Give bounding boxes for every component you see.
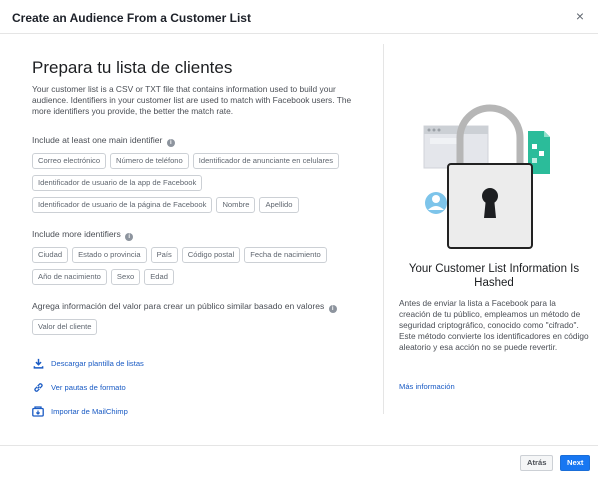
identifier-chip-state[interactable]: Estado o provincia — [72, 247, 147, 263]
identifier-chip-yob[interactable]: Año de nacimiento — [32, 269, 107, 285]
value-section-title: Agrega información del valor para crear … — [32, 301, 337, 313]
value-section-label: Agrega información del valor para crear … — [32, 301, 325, 311]
identifier-chip-email[interactable]: Correo electrónico — [32, 153, 107, 169]
identifier-chip-gender[interactable]: Sexo — [110, 269, 141, 285]
link-icon — [32, 381, 44, 393]
page-title: Prepara tu lista de clientes — [32, 58, 233, 77]
learn-more-link[interactable]: Más información — [399, 382, 455, 391]
format-guidelines-label: Ver pautas de formato — [51, 382, 126, 392]
identifier-chip-app-user-id[interactable]: Identificador de usuario de la app de Fa… — [32, 175, 203, 191]
more-identifiers-label: Include more identifiers — [32, 229, 121, 239]
download-icon — [32, 357, 44, 369]
dialog-title: Create an Audience From a Customer List — [12, 11, 251, 25]
back-button[interactable]: Atrás — [520, 455, 554, 471]
more-identifier-chips: Ciudad Estado o provincia País Código po… — [32, 247, 362, 285]
info-icon[interactable]: i — [328, 305, 337, 313]
main-identifier-title: Include at least one main identifier i — [32, 135, 175, 147]
identifier-chip-zip[interactable]: Código postal — [181, 247, 241, 263]
panel-divider — [383, 44, 384, 414]
format-guidelines-link[interactable]: Ver pautas de formato — [32, 380, 144, 394]
identifier-chip-first-name[interactable]: Nombre — [216, 197, 256, 213]
identifier-chip-dob[interactable]: Fecha de nacimiento — [244, 247, 327, 263]
import-icon — [32, 405, 44, 417]
value-chip-customer-value[interactable]: Valor del cliente — [32, 319, 98, 335]
helper-links: Descargar plantilla de listas Ver pautas… — [32, 356, 144, 428]
main-identifier-label: Include at least one main identifier — [32, 135, 163, 145]
identifier-chip-phone[interactable]: Número de teléfono — [110, 153, 189, 169]
identifier-chip-country[interactable]: País — [150, 247, 178, 263]
main-identifier-chips: Correo electrónico Número de teléfono Id… — [32, 153, 362, 213]
download-template-label: Descargar plantilla de listas — [51, 358, 144, 368]
identifier-chip-city[interactable]: Ciudad — [32, 247, 69, 263]
description-text: Your customer list is a CSV or TXT file … — [32, 84, 352, 116]
identifier-chip-page-user-id[interactable]: Identificador de usuario de la página de… — [32, 197, 213, 213]
dialog-footer: Atrás Next — [0, 445, 598, 477]
create-audience-dialog: Create an Audience From a Customer List … — [0, 0, 598, 477]
next-button[interactable]: Next — [560, 455, 591, 471]
close-icon[interactable]: × — [572, 8, 588, 24]
identifier-chip-madid[interactable]: Identificador de anunciante en celulares — [192, 153, 339, 169]
dialog-header: Create an Audience From a Customer List … — [0, 0, 598, 34]
hashed-headline: Your Customer List Information Is Hashed — [408, 263, 580, 289]
import-mailchimp-link[interactable]: Importar de MailChimp — [32, 404, 144, 418]
value-chips: Valor del cliente — [32, 319, 362, 335]
hashed-explanation: Antes de enviar la lista a Facebook para… — [399, 298, 589, 352]
import-mailchimp-label: Importar de MailChimp — [51, 406, 128, 416]
info-icon[interactable]: i — [166, 139, 175, 147]
download-template-link[interactable]: Descargar plantilla de listas — [32, 356, 144, 370]
padlock-illustration — [420, 96, 560, 256]
identifier-chip-last-name[interactable]: Apellido — [259, 197, 299, 213]
info-icon[interactable]: i — [125, 233, 134, 241]
more-identifiers-title: Include more identifiers i — [32, 229, 134, 241]
identifier-chip-age[interactable]: Edad — [144, 269, 174, 285]
